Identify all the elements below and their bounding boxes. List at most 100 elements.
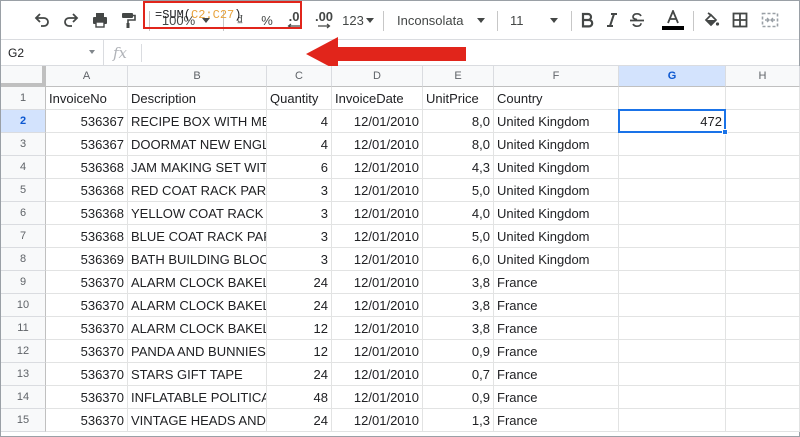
cell-b5[interactable]: RED COAT RACK PARIS (128, 179, 267, 202)
merge-cells-icon[interactable] (758, 1, 782, 39)
cell-a14[interactable]: 536370 (46, 386, 128, 409)
cell-c13[interactable]: 24 (267, 363, 332, 386)
cell-c10[interactable]: 24 (267, 294, 332, 317)
cell-c8[interactable]: 3 (267, 248, 332, 271)
cell-a15[interactable]: 536370 (46, 409, 128, 432)
cell-c6[interactable]: 3 (267, 202, 332, 225)
cell-h2[interactable] (726, 110, 800, 133)
cell-b6[interactable]: YELLOW COAT RACK PA (128, 202, 267, 225)
cell-h4[interactable] (726, 156, 800, 179)
cell-d11[interactable]: 12/01/2010 (332, 317, 423, 340)
row-header-1[interactable]: 1 (1, 87, 46, 110)
cell-f13[interactable]: France (494, 363, 619, 386)
strikethrough-icon[interactable] (627, 1, 647, 39)
cell-e7[interactable]: 5,0 (423, 225, 494, 248)
cell-d6[interactable]: 12/01/2010 (332, 202, 423, 225)
cell-b9[interactable]: ALARM CLOCK BAKELIK (128, 271, 267, 294)
cell-c2[interactable]: 4 (267, 110, 332, 133)
cell-b1[interactable]: Description (128, 87, 267, 110)
cell-h12[interactable] (726, 340, 800, 363)
cell-d12[interactable]: 12/01/2010 (332, 340, 423, 363)
cell-b14[interactable]: INFLATABLE POLITICAL (128, 386, 267, 409)
cell-c9[interactable]: 24 (267, 271, 332, 294)
column-header-f[interactable]: F (494, 66, 619, 87)
cell-a13[interactable]: 536370 (46, 363, 128, 386)
cell-a2[interactable]: 536367 (46, 110, 128, 133)
cell-d8[interactable]: 12/01/2010 (332, 248, 423, 271)
cell-g5[interactable] (619, 179, 726, 202)
cell-c12[interactable]: 12 (267, 340, 332, 363)
cell-b11[interactable]: ALARM CLOCK BAKELIK (128, 317, 267, 340)
cell-h6[interactable] (726, 202, 800, 225)
paint-format-icon[interactable] (115, 1, 141, 39)
cell-e13[interactable]: 0,7 (423, 363, 494, 386)
cell-a9[interactable]: 536370 (46, 271, 128, 294)
row-header-7[interactable]: 7 (1, 225, 46, 248)
column-header-g[interactable]: G (619, 66, 726, 87)
cell-d15[interactable]: 12/01/2010 (332, 409, 423, 432)
cell-f10[interactable]: France (494, 294, 619, 317)
cell-c15[interactable]: 24 (267, 409, 332, 432)
cell-b10[interactable]: ALARM CLOCK BAKELIK (128, 294, 267, 317)
cell-f5[interactable]: United Kingdom (494, 179, 619, 202)
cell-e15[interactable]: 1,3 (423, 409, 494, 432)
cell-g10[interactable] (619, 294, 726, 317)
select-all-corner[interactable] (1, 66, 46, 87)
cell-e2[interactable]: 8,0 (423, 110, 494, 133)
cell-b3[interactable]: DOORMAT NEW ENGLA (128, 133, 267, 156)
cell-e1[interactable]: UnitPrice (423, 87, 494, 110)
cell-a1[interactable]: InvoiceNo (46, 87, 128, 110)
cell-g3[interactable] (619, 133, 726, 156)
cell-h10[interactable] (726, 294, 800, 317)
cell-f7[interactable]: United Kingdom (494, 225, 619, 248)
row-header-12[interactable]: 12 (1, 340, 46, 363)
cell-b13[interactable]: STARS GIFT TAPE (128, 363, 267, 386)
cell-a5[interactable]: 536368 (46, 179, 128, 202)
cell-e9[interactable]: 3,8 (423, 271, 494, 294)
cell-e4[interactable]: 4,3 (423, 156, 494, 179)
cell-d1[interactable]: InvoiceDate (332, 87, 423, 110)
cell-h8[interactable] (726, 248, 800, 271)
cell-a11[interactable]: 536370 (46, 317, 128, 340)
cell-g11[interactable] (619, 317, 726, 340)
cell-c3[interactable]: 4 (267, 133, 332, 156)
cell-c11[interactable]: 12 (267, 317, 332, 340)
column-header-e[interactable]: E (423, 66, 494, 87)
cell-a6[interactable]: 536368 (46, 202, 128, 225)
cell-b8[interactable]: BATH BUILDING BLOCK (128, 248, 267, 271)
cell-d7[interactable]: 12/01/2010 (332, 225, 423, 248)
row-header-8[interactable]: 8 (1, 248, 46, 271)
cell-d9[interactable]: 12/01/2010 (332, 271, 423, 294)
row-header-6[interactable]: 6 (1, 202, 46, 225)
undo-icon[interactable] (29, 1, 55, 39)
row-header-3[interactable]: 3 (1, 133, 46, 156)
cell-e5[interactable]: 5,0 (423, 179, 494, 202)
font-size-select[interactable]: 11 (504, 1, 564, 39)
cell-h3[interactable] (726, 133, 800, 156)
name-box[interactable]: G2 (1, 40, 104, 65)
cell-c14[interactable]: 48 (267, 386, 332, 409)
column-header-c[interactable]: C (267, 66, 332, 87)
cell-g6[interactable] (619, 202, 726, 225)
cell-a8[interactable]: 536369 (46, 248, 128, 271)
row-header-2[interactable]: 2 (1, 110, 46, 133)
cell-a12[interactable]: 536370 (46, 340, 128, 363)
cell-c5[interactable]: 3 (267, 179, 332, 202)
cell-f15[interactable]: France (494, 409, 619, 432)
cell-e6[interactable]: 4,0 (423, 202, 494, 225)
text-color-icon[interactable] (660, 1, 686, 39)
row-header-10[interactable]: 10 (1, 294, 46, 317)
column-header-d[interactable]: D (332, 66, 423, 87)
cell-h1[interactable] (726, 87, 800, 110)
cell-d4[interactable]: 12/01/2010 (332, 156, 423, 179)
cell-d14[interactable]: 12/01/2010 (332, 386, 423, 409)
cell-d13[interactable]: 12/01/2010 (332, 363, 423, 386)
cell-h15[interactable] (726, 409, 800, 432)
borders-icon[interactable] (728, 1, 752, 39)
cell-d2[interactable]: 12/01/2010 (332, 110, 423, 133)
bold-icon[interactable] (577, 1, 597, 39)
formula-input[interactable]: =SUM(C2:C27) (143, 1, 302, 29)
row-header-4[interactable]: 4 (1, 156, 46, 179)
print-icon[interactable] (87, 1, 113, 39)
cell-e12[interactable]: 0,9 (423, 340, 494, 363)
